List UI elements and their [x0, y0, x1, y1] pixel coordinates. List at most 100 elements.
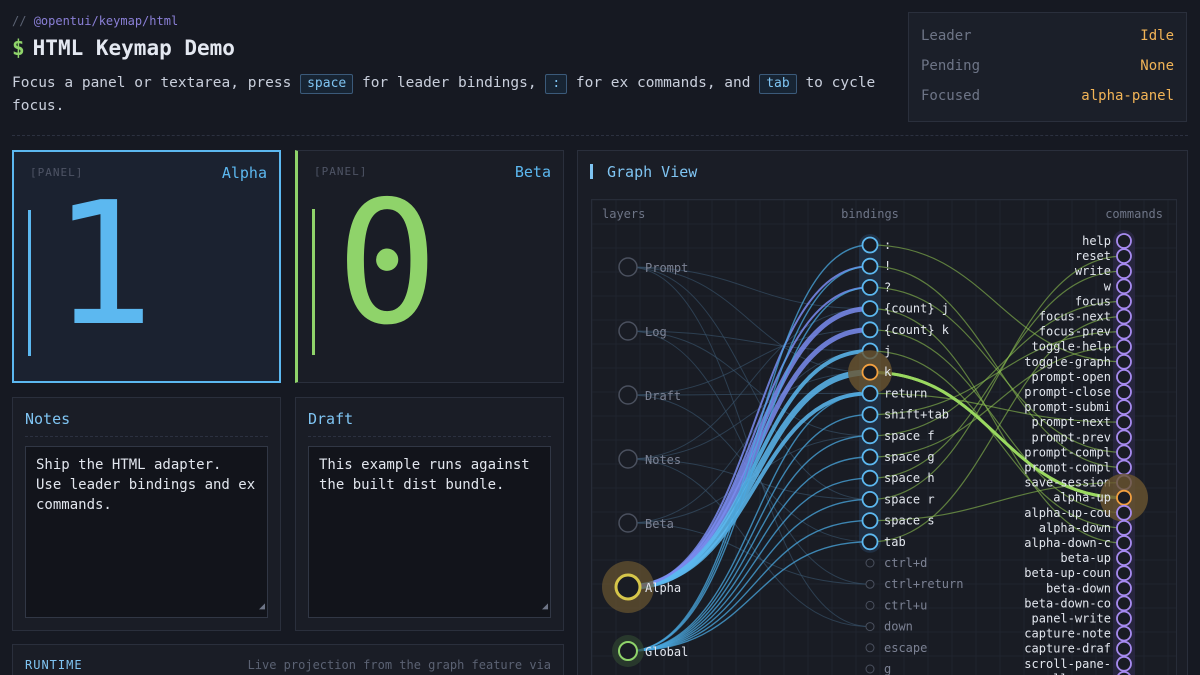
draft-panel: Draft This example runs against the buil… [295, 397, 564, 631]
binding-node [861, 469, 879, 487]
command-label: toggle-graph [1024, 355, 1111, 369]
layer-label: Beta [645, 517, 674, 531]
binding-label: k [884, 365, 892, 379]
layer-label: Notes [645, 453, 681, 467]
draft-text: This example runs against the built dist… [319, 457, 530, 493]
binding-label: ? [884, 280, 891, 294]
layer-label: Global [645, 645, 688, 659]
panel-name: Beta [514, 163, 551, 181]
kbd-space: space [300, 74, 354, 94]
runtime-label: RUNTIME [25, 658, 83, 672]
instructions: Focus a panel or textarea, press space f… [12, 74, 876, 114]
binding-node [861, 427, 879, 445]
resize-grip-icon[interactable]: ◢ [259, 597, 265, 617]
runtime-panel: RUNTIME Live projection from the graph f… [12, 644, 564, 675]
command-label: prompt-open [1032, 370, 1111, 384]
command-node [1116, 489, 1132, 506]
resize-grip-icon[interactable]: ◢ [542, 597, 548, 617]
binding-label: g [884, 662, 891, 675]
graph-canvas[interactable]: layers bindings commands Prompt Log Draft Note… [591, 199, 1177, 675]
panel-cursor-bar [28, 210, 31, 356]
page-title: $ HTML Keymap Demo [12, 36, 235, 60]
command-node [1116, 233, 1132, 249]
command-node [1116, 565, 1132, 582]
command-node [1116, 368, 1132, 385]
status-pending: Pending None [921, 58, 1174, 74]
command-node [1116, 625, 1132, 642]
command-label: beta-up-coun [1024, 566, 1111, 580]
panel-beta[interactable]: [PANEL] Beta 0 [295, 150, 564, 383]
layer-node [618, 641, 638, 661]
command-label: save-session [1024, 476, 1111, 490]
layer-node [618, 513, 638, 533]
command-label: prompt-submi [1024, 400, 1111, 414]
command-label: scroll-pane- [1024, 657, 1111, 671]
command-label: prompt-compl [1024, 445, 1111, 459]
command-label: toggle-help [1032, 340, 1111, 354]
panel-counter: 1 [52, 166, 155, 364]
graph-title-bar [590, 164, 593, 179]
status-focused: Focused alpha-panel [921, 88, 1174, 104]
layer-node [618, 321, 638, 341]
command-node [1116, 640, 1132, 657]
command-label: capture-draf [1024, 642, 1111, 656]
command-label: focus [1075, 294, 1111, 308]
command-label: alpha-down [1039, 521, 1111, 535]
command-label: alpha-up-cou [1024, 506, 1111, 520]
command-label: panel-write [1032, 612, 1111, 626]
command-node [1116, 550, 1132, 567]
command-label: w [1104, 279, 1112, 293]
command-node [1116, 263, 1132, 280]
prompt-symbol: $ [12, 36, 25, 60]
binding-label: ctrl+u [884, 598, 927, 612]
runtime-info: Live projection from the graph feature v… [247, 658, 551, 672]
command-label: prompt-compl [1024, 461, 1111, 475]
command-node [1116, 278, 1132, 295]
binding-label: space h [884, 471, 935, 485]
binding-label: space r [884, 492, 935, 506]
binding-label: space f [884, 429, 935, 443]
column-label-bindings: bindings [841, 207, 899, 221]
command-label: prompt-close [1024, 385, 1111, 399]
graph-svg: layers bindings commands Prompt Log Draft Note… [592, 200, 1176, 675]
command-label: focus-prev [1039, 325, 1111, 339]
binding-node [865, 579, 875, 589]
layer-label: Alpha [645, 581, 681, 595]
command-node [1116, 293, 1132, 310]
status-panel: Leader Idle Pending None Focused alpha-pane… [908, 12, 1187, 122]
command-node [1116, 610, 1132, 627]
binding-node [865, 558, 875, 568]
column-label-layers: layers [602, 207, 645, 221]
panel-counter: 0 [336, 165, 439, 363]
binding-label: space s [884, 514, 935, 528]
binding-label: j [884, 344, 891, 358]
status-leader: Leader Idle [921, 28, 1174, 44]
command-node [1116, 338, 1132, 355]
binding-node [865, 643, 875, 653]
layer-node [618, 385, 638, 405]
command-node [1116, 459, 1132, 476]
command-node [1116, 535, 1132, 551]
command-label: beta-down [1046, 581, 1111, 595]
panel-alpha[interactable]: [PANEL] Alpha 1 [12, 150, 281, 383]
binding-label: space g [884, 450, 935, 464]
binding-node [861, 490, 879, 508]
command-label: prompt-prev [1032, 430, 1111, 444]
notes-text: Ship the HTML adapter. Use leader bindin… [36, 457, 256, 513]
command-label: prompt-next [1032, 415, 1111, 429]
command-label: write [1075, 264, 1111, 278]
draft-textarea[interactable]: This example runs against the built dist… [308, 446, 551, 618]
binding-node [861, 279, 879, 296]
binding-label: tab [884, 535, 906, 549]
binding-label: shift+tab [884, 408, 949, 422]
command-label: alpha-down-c [1024, 536, 1111, 550]
command-label: alpha-up [1053, 491, 1111, 505]
notes-textarea[interactable]: Ship the HTML adapter. Use leader bindin… [25, 446, 268, 618]
column-label-commands: commands [1105, 207, 1163, 221]
command-node [1116, 595, 1132, 612]
header-divider [12, 135, 1188, 136]
binding-label: {count} j [884, 302, 949, 316]
command-node [1116, 353, 1132, 370]
layer-node [614, 573, 642, 601]
command-node [1116, 323, 1132, 340]
